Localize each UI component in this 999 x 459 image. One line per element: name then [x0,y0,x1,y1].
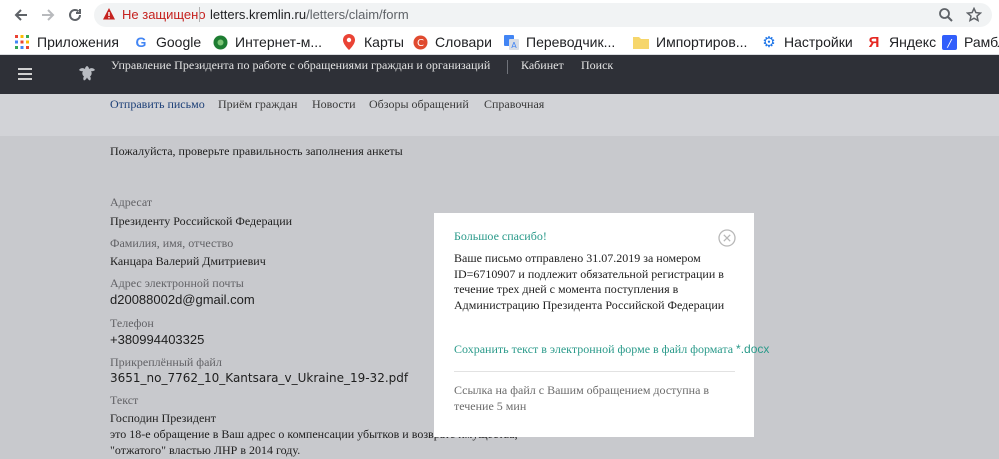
bookmark-google[interactable]: G Google [133,32,202,52]
search-link[interactable]: Поиск [581,58,613,73]
url-divider [199,7,200,22]
form-heading: Пожалуйста, проверьте правильность запол… [110,144,403,158]
emblem-icon[interactable] [77,63,99,85]
url-host: letters.kremlin.ru [210,7,307,22]
success-modal: Большое спасибо! Ваше письмо отправлено … [434,213,769,437]
bookmark-imported[interactable]: Импортиров... [633,32,747,52]
map-pin-icon [341,34,357,50]
warning-icon[interactable] [102,7,116,21]
modal-title: Большое спасибо! [454,229,547,243]
phone-value: +380994403325 [110,332,205,347]
reload-icon[interactable] [64,4,86,26]
name-label: Фамилия, имя, отчество [110,236,234,250]
save-link-label: Сохранить текст в электронной форме в фа… [454,342,734,356]
cabinet-link[interactable]: Кабинет [521,58,564,73]
bookmark-label: Переводчик... [526,34,616,50]
bookmark-label: Рамбл [964,34,999,50]
bookmark-rambler[interactable]: / Рамбл [941,32,999,52]
bookmark-internet[interactable]: Интернет-м... [212,32,322,52]
bookmark-yandex[interactable]: Я Яндекс [866,32,936,52]
zoom-icon[interactable] [936,5,956,25]
email-value: d20088002d@gmail.com [110,292,255,307]
url-text[interactable]: letters.kremlin.ru/letters/claim/form [210,7,409,22]
svg-text:A: A [511,41,517,50]
bookmark-maps[interactable]: Карты [341,32,404,52]
modal-message: Ваше письмо отправлено 31.07.2019 за ном… [454,251,725,313]
green-circle-icon [212,34,228,50]
site-header: Управление Президента по работе с обраще… [0,55,999,94]
url-path: /letters/claim/form [306,7,409,22]
save-docx-link[interactable]: Сохранить текст в электронной форме в фа… [454,342,769,357]
google-icon: G [135,34,147,50]
close-icon[interactable] [718,229,736,247]
nav-reception[interactable]: Приём граждан [218,97,297,112]
addressee-value: Президенту Российской Федерации [110,214,293,228]
bookmark-dictionaries[interactable]: C Словари [412,32,492,52]
back-arrow-icon[interactable] [10,4,32,26]
save-link-ext: *.docx [736,342,770,356]
nav-reviews[interactable]: Обзоры обращений [369,97,469,112]
forward-arrow-icon[interactable] [37,4,59,26]
text-label: Текст [110,393,139,407]
bookmark-label: Карты [364,34,404,50]
browser-toolbar: Не защищено letters.kremlin.ru/letters/c… [0,0,999,29]
bookmark-label: Словари [435,34,492,50]
name-value: Канцара Валерий Дмитриевич [110,254,266,268]
bookmark-settings[interactable]: ⚙ Настройки [761,32,853,52]
bookmarks-bar: Приложения G Google Интернет-м... Карты … [0,29,999,55]
site-title[interactable]: Управление Президента по работе с обраще… [111,58,490,73]
not-secure-label[interactable]: Не защищено [122,7,206,22]
bookmark-translate[interactable]: A Переводчик... [503,32,615,52]
file-label: Прикреплённый файл [110,355,222,369]
text-line-1: Господин Президент [110,411,216,425]
star-icon[interactable] [964,5,984,25]
dictionary-icon: C [412,34,428,50]
bookmark-label: Настройки [784,34,853,50]
bookmark-label: Яндекс [889,34,937,50]
bookmark-label: Интернет-м... [235,34,323,50]
modal-note: Ссылка на файл с Вашим обращением доступ… [454,383,710,413]
file-value: 3651_no_7762_10_Kantsara_v_Ukraine_19-32… [110,371,409,385]
bookmark-label: Импортиров... [656,34,748,50]
apps-grid-icon [14,34,30,50]
nav-news[interactable]: Новости [312,97,356,112]
bookmark-label: Google [156,34,202,50]
folder-icon [633,34,649,50]
address-bar[interactable]: Не защищено letters.kremlin.ru/letters/c… [94,3,992,27]
gear-icon: ⚙ [762,34,776,51]
bookmark-label: Приложения [37,34,119,50]
menu-icon[interactable] [18,68,32,80]
header-divider [507,60,508,74]
bookmark-apps[interactable]: Приложения [14,32,119,52]
email-label: Адрес электронной почты [110,276,244,290]
addressee-label: Адресат [110,195,153,209]
translate-icon: A [503,34,519,50]
phone-label: Телефон [110,316,154,330]
rambler-icon: / [941,34,957,50]
modal-divider [454,371,735,372]
text-line-3: "отжатого" властью ЛНР в 2014 году. [110,443,301,457]
nav-send-letter[interactable]: Отправить письмо [110,97,205,112]
nav-help[interactable]: Справочная [484,97,544,112]
svg-text:C: C [417,38,424,49]
yandex-icon: Я [868,33,880,51]
